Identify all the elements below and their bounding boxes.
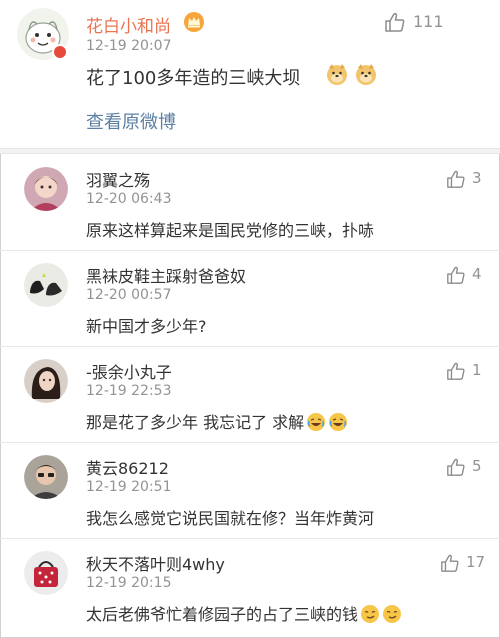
shoes-avatar-icon bbox=[24, 263, 68, 307]
comment-like-count: 3 bbox=[472, 169, 482, 187]
photo-avatar-icon bbox=[24, 455, 68, 499]
commenter-avatar[interactable] bbox=[24, 455, 68, 499]
thumbs-up-icon[interactable] bbox=[440, 553, 460, 573]
comment-like-count: 17 bbox=[466, 553, 486, 571]
thumbs-up-icon[interactable] bbox=[446, 457, 466, 477]
doge-emoji-icon bbox=[327, 64, 347, 85]
comment-like-count: 4 bbox=[472, 265, 482, 283]
thumbs-up-icon[interactable] bbox=[384, 11, 406, 33]
post-like-count: 111 bbox=[413, 12, 444, 31]
commenter-avatar[interactable] bbox=[24, 263, 68, 307]
photo-avatar-icon bbox=[24, 167, 68, 211]
comment-text: 太后老佛爷忙着修园子的占了三峡的钱 bbox=[86, 601, 402, 625]
doge-emoji-icon bbox=[356, 64, 376, 85]
comment-text: 我怎么感觉它说民国就在修？当年炸黄河 bbox=[86, 509, 375, 528]
commenter-name[interactable]: 黑袜皮鞋主踩射爸爸奴 bbox=[86, 263, 246, 287]
view-original-weibo-link[interactable]: 查看原微博 bbox=[86, 108, 176, 134]
comment-timestamp: 12-20 06:43 bbox=[86, 191, 172, 207]
smirk-emoji-icon bbox=[361, 605, 380, 623]
post-content: 花了100多年造的三峡大坝 bbox=[86, 68, 301, 89]
post-timestamp: 12-19 20:07 bbox=[86, 38, 172, 54]
comment-like-count: 1 bbox=[472, 361, 482, 379]
comment-item: 羽翼之殇 12-20 06:43 原来这样算起来是国民党修的三峡，扑哧 3 bbox=[0, 155, 500, 251]
comment-text: 新中国才多少年? bbox=[86, 317, 207, 336]
main-post: 花白小和尚 12-19 20:07 花了100多年造的三峡大坝 查看原微博 11… bbox=[0, 0, 500, 148]
comment-timestamp: 12-19 20:51 bbox=[86, 479, 172, 495]
comment-timestamp: 12-19 20:15 bbox=[86, 575, 172, 591]
comment-text-body: 太后老佛爷忙着修园子的占了三峡的钱 bbox=[86, 605, 359, 624]
comment-item: 黑袜皮鞋主踩射爸爸奴 12-20 00:57 新中国才多少年? 4 bbox=[0, 251, 500, 347]
commenter-name[interactable]: 秋天不落叶则4why bbox=[86, 551, 225, 575]
comment-timestamp: 12-20 00:57 bbox=[86, 287, 172, 303]
commenter-avatar[interactable] bbox=[24, 359, 68, 403]
photo-avatar-icon bbox=[24, 359, 68, 403]
laughing-tears-emoji-icon bbox=[329, 413, 348, 431]
handbag-avatar-icon bbox=[24, 551, 68, 595]
thumbs-up-icon[interactable] bbox=[446, 361, 466, 381]
thumbs-up-icon[interactable] bbox=[446, 169, 466, 189]
comment-item: -張余小丸子 12-19 22:53 那是花了多少年 我忘记了 求解 1 bbox=[0, 347, 500, 443]
vip-crown-icon bbox=[184, 12, 204, 32]
commenter-name[interactable]: 黄云86212 bbox=[86, 455, 169, 479]
thumbs-up-icon[interactable] bbox=[446, 265, 466, 285]
commenter-name[interactable]: 羽翼之殇 bbox=[86, 167, 150, 191]
comment-text: 原来这样算起来是国民党修的三峡，扑哧 bbox=[86, 221, 375, 240]
commenter-avatar[interactable] bbox=[24, 551, 68, 595]
comment-timestamp: 12-19 22:53 bbox=[86, 383, 172, 399]
commenter-name[interactable]: -張余小丸子 bbox=[86, 359, 172, 383]
comment-like-count: 5 bbox=[472, 457, 482, 475]
comment-text: 那是花了多少年 我忘记了 求解 bbox=[86, 409, 348, 433]
verified-badge-icon bbox=[52, 44, 68, 60]
laughing-tears-emoji-icon bbox=[307, 413, 326, 431]
comment-text-body: 那是花了多少年 我忘记了 求解 bbox=[86, 413, 305, 432]
post-author-name[interactable]: 花白小和尚 bbox=[86, 12, 171, 37]
comment-item: 秋天不落叶则4why 12-19 20:15 太后老佛爷忙着修园子的占了三峡的钱… bbox=[0, 539, 500, 635]
smirk-emoji-icon bbox=[383, 605, 402, 623]
section-divider bbox=[0, 148, 500, 154]
comment-item: 黄云86212 12-19 20:51 我怎么感觉它说民国就在修？当年炸黄河 5 bbox=[0, 443, 500, 539]
commenter-avatar[interactable] bbox=[24, 167, 68, 211]
